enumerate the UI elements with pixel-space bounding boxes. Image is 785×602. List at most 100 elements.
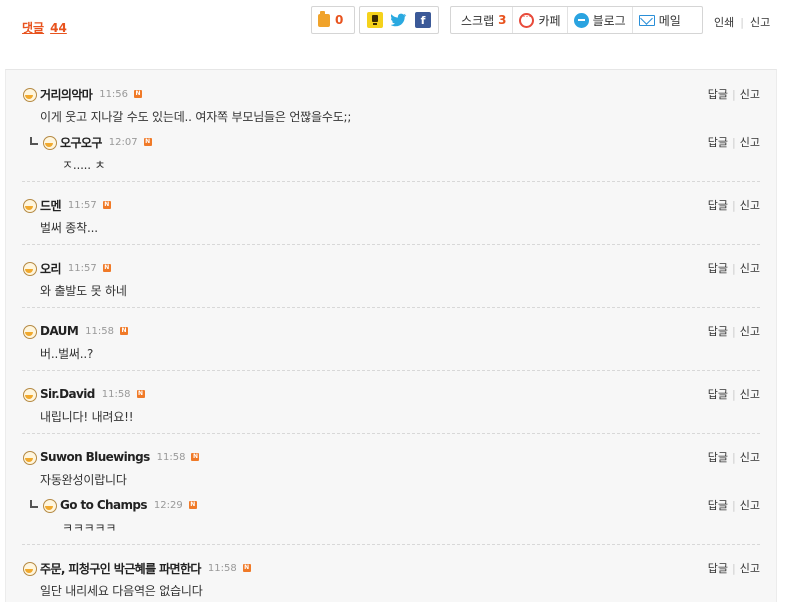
comment-time: 12:07	[108, 136, 138, 148]
separator: |	[732, 499, 736, 512]
like-button[interactable]: 0	[311, 6, 355, 34]
new-badge-icon: N	[102, 201, 111, 209]
comment-divider	[22, 433, 760, 434]
separator: |	[732, 388, 736, 401]
comment-actions: 답글 | 신고	[708, 560, 760, 576]
report-button[interactable]: 신고	[740, 499, 760, 512]
comment-time: 11:58	[101, 388, 131, 400]
comment-author[interactable]: Suwon Bluewings	[40, 450, 150, 464]
comment-time: 11:58	[85, 325, 114, 337]
mail-share-button[interactable]: 메일	[633, 7, 687, 33]
reply-button[interactable]: 답글	[708, 499, 728, 512]
comment-item: 드멘 11:57 N 답글 | 신고 벌써 종착...	[22, 197, 760, 236]
comment-body: 버..벌써..?	[40, 347, 94, 361]
new-badge-icon: N	[134, 90, 143, 98]
user-avatar-icon	[22, 450, 37, 465]
reply-button[interactable]: 답글	[708, 562, 728, 575]
reply-button[interactable]: 답글	[708, 451, 728, 464]
reply-button[interactable]: 답글	[708, 325, 728, 338]
comment-body: 내립니다! 내려요!!	[40, 410, 134, 424]
reply-button[interactable]: 답글	[708, 199, 728, 212]
report-button[interactable]: 신고	[740, 199, 760, 212]
comment-time: 12:29	[153, 499, 183, 511]
blog-label: 블로그	[592, 13, 626, 28]
comment-actions: 답글 | 신고	[708, 497, 760, 513]
reply-item: Go to Champs 12:29 N 답글 | 신고 ㅋㅋㅋㅋㅋ	[30, 497, 760, 536]
report-button[interactable]: 신고	[740, 562, 760, 575]
comment-author[interactable]: 오리	[40, 260, 61, 277]
comment-actions: 답글 | 신고	[708, 260, 760, 276]
utility-links: 인쇄 | 신고	[714, 14, 770, 30]
separator: |	[732, 88, 736, 101]
report-button[interactable]: 신고	[740, 325, 760, 338]
comment-time: 11:56	[99, 88, 129, 100]
comment-item: Suwon Bluewings 11:58 N 답글 | 신고 자동완성이랍니다	[22, 449, 760, 488]
print-link[interactable]: 인쇄	[714, 14, 734, 30]
comment-author[interactable]: 주문, 피청구인 박근혜를 파면한다	[40, 560, 201, 577]
comment-item: 오리 11:57 N 답글 | 신고 와 출발도 못 하네	[22, 260, 760, 299]
comment-author[interactable]: 드멘	[40, 197, 61, 214]
cafe-share-button[interactable]: 카페	[513, 7, 568, 33]
mail-label: 메일	[658, 13, 681, 28]
comment-author[interactable]: 오구오구	[60, 134, 102, 151]
reply-button[interactable]: 답글	[708, 136, 728, 149]
comment-actions: 답글 | 신고	[708, 449, 760, 465]
reply-button[interactable]: 답글	[708, 262, 728, 275]
reply-branch-icon	[30, 500, 38, 508]
report-button[interactable]: 신고	[740, 88, 760, 101]
comment-item: DAUM 11:58 N 답글 | 신고 버..벌써..?	[22, 323, 760, 362]
comment-header: DAUM 11:58 N	[22, 323, 760, 339]
sns-share-group: f	[359, 6, 439, 34]
user-avatar-icon	[22, 387, 37, 402]
report-link[interactable]: 신고	[750, 14, 770, 30]
separator: |	[732, 199, 736, 212]
new-badge-icon: N	[143, 138, 152, 146]
user-avatar-icon	[22, 261, 37, 276]
report-button[interactable]: 신고	[740, 451, 760, 464]
comment-author[interactable]: Sir.David	[40, 387, 95, 401]
reply-button[interactable]: 답글	[708, 388, 728, 401]
comment-time: 11:58	[156, 451, 186, 463]
comment-header: Suwon Bluewings 11:58 N	[22, 449, 760, 465]
reply-item: 오구오구 12:07 N 답글 | 신고 ㅈ..... ㅊ	[30, 134, 760, 173]
report-button[interactable]: 신고	[740, 262, 760, 275]
comment-body: 자동완성이랍니다	[40, 473, 127, 487]
comment-header: 오구오구 12:07 N	[30, 134, 760, 150]
comment-divider	[22, 307, 760, 308]
reply-branch-icon	[30, 137, 38, 145]
report-button[interactable]: 신고	[740, 136, 760, 149]
separator: |	[732, 562, 736, 575]
comment-body: ㅈ..... ㅊ	[62, 158, 106, 172]
comment-item: 거리의악마 11:56 N 답글 | 신고 이게 웃고 지나갈 수도 있는데.. 여…	[22, 86, 760, 125]
scrap-button[interactable]: 스크랩 3	[451, 7, 514, 33]
thumbs-up-icon	[318, 10, 330, 27]
report-button[interactable]: 신고	[740, 388, 760, 401]
facebook-share-icon[interactable]: f	[415, 12, 431, 28]
comment-body: ㅋㅋㅋㅋㅋ	[62, 521, 117, 535]
mail-icon	[638, 14, 655, 26]
comment-count-link[interactable]: 댓글 44	[22, 19, 67, 36]
comment-actions: 답글 | 신고	[708, 86, 760, 102]
comment-toolbar: 댓글 44 0 f 스크랩 3 카페 블로그 메일 인쇄	[0, 0, 785, 60]
comment-header: 오리 11:57 N	[22, 260, 760, 276]
user-avatar-icon	[42, 498, 57, 513]
twitter-share-icon[interactable]	[391, 12, 407, 28]
comment-author[interactable]: Go to Champs	[60, 498, 148, 512]
comment-actions: 답글 | 신고	[708, 386, 760, 402]
comment-list: 거리의악마 11:56 N 답글 | 신고 이게 웃고 지나갈 수도 있는데.. 여…	[5, 69, 777, 602]
new-badge-icon: N	[102, 264, 111, 272]
kakao-share-icon[interactable]	[367, 12, 383, 28]
share-menu: 스크랩 3 카페 블로그 메일	[450, 6, 703, 34]
comment-actions: 답글 | 신고	[708, 134, 760, 150]
separator: |	[732, 262, 736, 275]
user-avatar-icon	[22, 198, 37, 213]
scrap-count: 3	[498, 13, 507, 27]
cafe-label: 카페	[538, 13, 561, 28]
comment-header: Sir.David 11:58 N	[22, 386, 760, 402]
comment-time: 11:58	[207, 562, 237, 574]
comment-author[interactable]: 거리의악마	[40, 86, 93, 103]
reply-button[interactable]: 답글	[708, 88, 728, 101]
blog-share-button[interactable]: 블로그	[568, 7, 633, 33]
comment-author[interactable]: DAUM	[40, 324, 79, 338]
comment-item: Sir.David 11:58 N 답글 | 신고 내립니다! 내려요!!	[22, 386, 760, 425]
